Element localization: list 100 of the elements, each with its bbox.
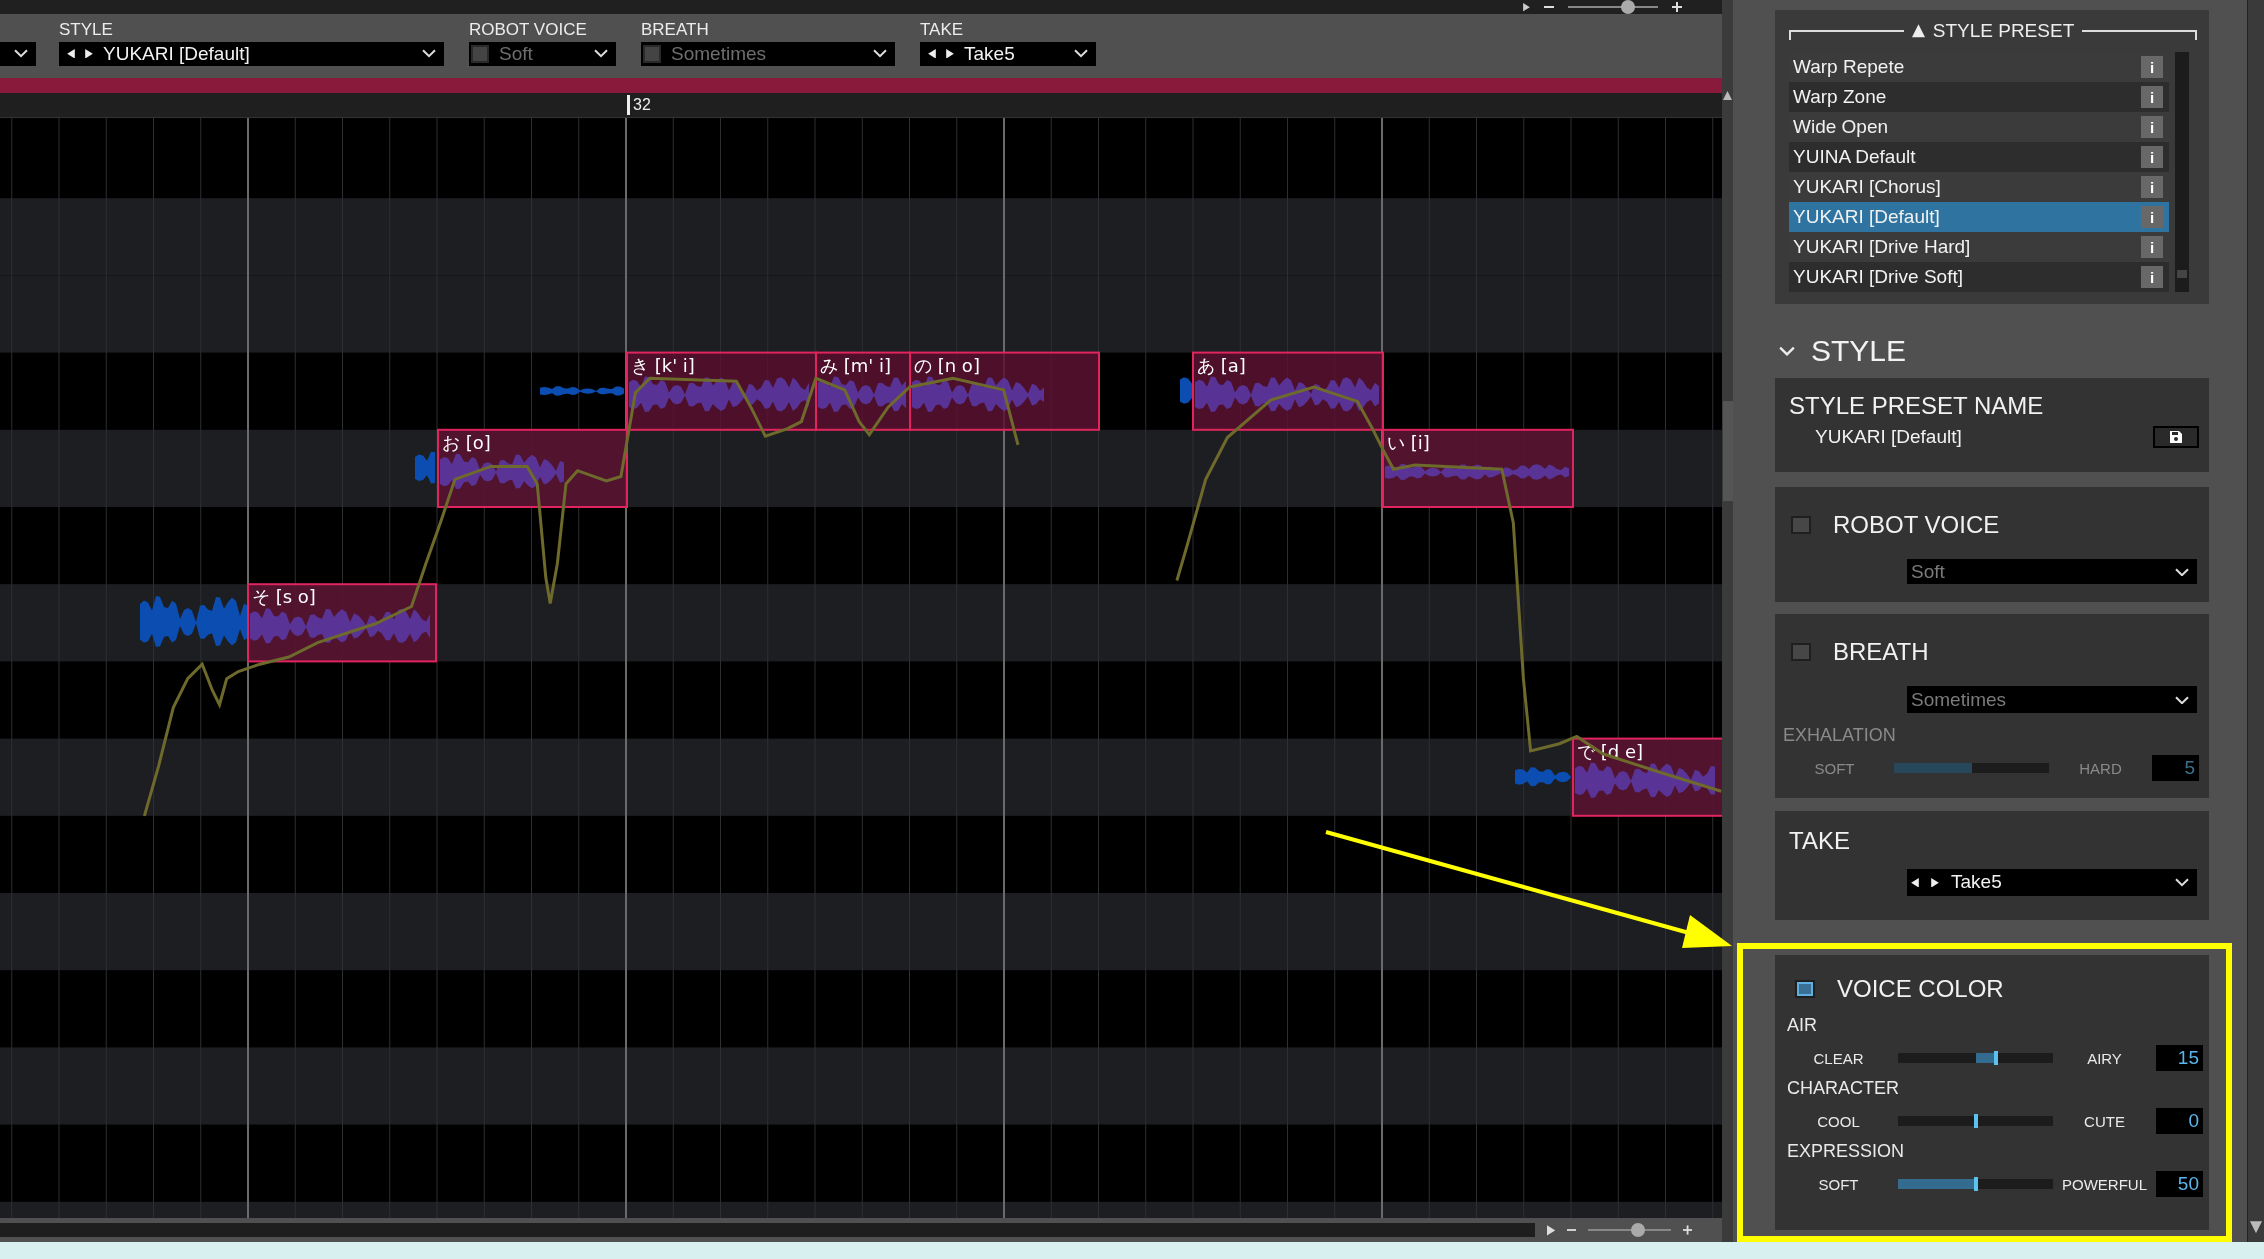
chevron-down-icon (1074, 49, 1088, 58)
zoom-in-icon[interactable] (1672, 2, 1682, 12)
info-button[interactable]: i (2141, 116, 2163, 138)
play-icon[interactable] (1547, 1224, 1556, 1236)
note-lyric: そ [s o] (252, 586, 316, 608)
collapse-triangle-icon[interactable] (1911, 23, 1925, 39)
preset-list-item[interactable]: YUKARI [Drive Soft] i (1789, 262, 2169, 292)
next-icon[interactable] (946, 48, 954, 59)
dropdown[interactable] (0, 41, 36, 66)
vertical-scrollbar[interactable] (1722, 0, 1733, 1242)
preset-list-item[interactable]: Warp Zone i (1789, 82, 2169, 112)
card-title: ROBOT VOICE (1833, 511, 2000, 540)
chevron-down-icon (594, 49, 608, 58)
timeline-ruler[interactable]: 32 (0, 93, 1722, 119)
note-lyric: の [n o] (914, 354, 980, 376)
slider-thumb[interactable] (1973, 1177, 1978, 1191)
slider-min-label: SOFT (1817, 1175, 1860, 1193)
breath-dropdown[interactable]: Sometimes (1907, 686, 2197, 714)
value-field[interactable]: 5 (2152, 755, 2199, 782)
save-icon (2170, 431, 2182, 443)
zoom-in-icon[interactable] (1682, 1225, 1692, 1236)
preset-list-item[interactable]: YUINA Default i (1789, 142, 2169, 172)
field-label: TAKE (920, 20, 965, 39)
info-button[interactable]: i (2141, 146, 2163, 168)
checkbox[interactable] (471, 44, 489, 63)
note-lyric: お [o] (442, 432, 491, 453)
slider-track[interactable] (1898, 1053, 2053, 1063)
preset-list-item[interactable]: YUKARI [Default] i (1789, 202, 2169, 232)
info-button[interactable]: i (2141, 236, 2163, 258)
card-title: VOICE COLOR (1837, 975, 2004, 1003)
scrollbar-thumb[interactable] (2177, 270, 2187, 278)
field-label: STYLE (59, 20, 114, 39)
list-scrollbar[interactable] (2175, 52, 2189, 292)
slider-max-label: AIRY (2086, 1049, 2123, 1067)
slider-min-label: SOFT (1813, 759, 1856, 777)
checkbox[interactable] (1791, 643, 1811, 662)
checkbox[interactable] (1795, 980, 1815, 998)
previous-icon[interactable] (928, 48, 936, 59)
play-icon[interactable] (1523, 2, 1530, 12)
next-icon[interactable] (1931, 877, 1939, 888)
waveform (1515, 767, 1571, 787)
waveform (415, 451, 435, 484)
chevron-down-icon (2175, 567, 2189, 576)
save-button[interactable] (2153, 426, 2199, 448)
slider-thumb[interactable] (1993, 1051, 1998, 1065)
checkbox[interactable] (1791, 516, 1811, 535)
stepper-dropdown[interactable]: Take5 (920, 41, 1096, 66)
checkbox[interactable] (643, 44, 661, 63)
toggle-dropdown[interactable]: Soft (469, 41, 616, 66)
section-title: STYLE (1811, 334, 1907, 368)
slider-thumb[interactable] (1621, 0, 1636, 14)
group-label: EXHALATION (1782, 725, 1897, 747)
panel-scrollbar[interactable] (2247, 0, 2264, 1242)
note-lyric: み [m' i] (820, 354, 891, 376)
note-lyric: き [k' i] (631, 354, 695, 376)
measure-number: 32 (627, 95, 651, 116)
value-field[interactable]: 50 (2156, 1171, 2203, 1197)
card-title: STYLE PRESET NAME (1789, 392, 2045, 420)
info-button[interactable]: i (2141, 56, 2163, 78)
value-field[interactable]: 0 (2156, 1108, 2203, 1134)
value-field[interactable]: 15 (2156, 1045, 2203, 1071)
info-button[interactable]: i (2141, 206, 2163, 228)
slider-thumb[interactable] (1973, 1114, 1978, 1128)
previous-icon[interactable] (67, 48, 75, 59)
info-button[interactable]: i (2141, 176, 2163, 198)
field-label: BREATH (641, 20, 710, 39)
group-label: CHARACTER (1786, 1078, 1900, 1099)
group-label: EXPRESSION (1786, 1141, 1906, 1162)
take-dropdown[interactable]: Take5 (1907, 868, 2197, 896)
slider-min-label: CLEAR (1812, 1049, 1865, 1067)
info-button[interactable]: i (2141, 266, 2163, 288)
chevron-down-icon (873, 49, 887, 58)
slider-track[interactable] (1898, 1179, 2053, 1189)
toggle-dropdown[interactable]: Sometimes (641, 41, 895, 66)
section-title: STYLE PRESET (1932, 20, 2075, 42)
slider-track[interactable] (1894, 763, 2049, 774)
card-title: BREATH (1833, 638, 1929, 667)
chevron-down-icon (2175, 695, 2189, 704)
field-label: ROBOT VOICE (469, 20, 588, 39)
group-label: AIR (1786, 1015, 1818, 1036)
scroll-down-icon[interactable] (2250, 1219, 2262, 1234)
note-lyric: い [i] (1387, 432, 1430, 453)
previous-icon[interactable] (1911, 877, 1919, 888)
stepper-dropdown[interactable]: YUKARI [Default] (59, 41, 444, 66)
chevron-down-icon[interactable] (1779, 346, 1795, 356)
next-icon[interactable] (85, 48, 93, 59)
scrollbar-thumb[interactable] (1722, 400, 1733, 501)
note-lyric: あ [a] (1197, 354, 1246, 376)
chevron-down-icon (14, 49, 28, 58)
preset-name-text: YUKARI [Default] (1815, 426, 1962, 448)
slider-fill (1975, 1053, 1996, 1063)
slider-track[interactable] (1898, 1116, 2053, 1126)
slider-min-label: COOL (1816, 1112, 1861, 1130)
info-button[interactable]: i (2141, 86, 2163, 108)
waveform (1180, 377, 1192, 404)
robot-voice-dropdown[interactable]: Soft (1907, 559, 2197, 585)
slider-max-label: CUTE (2083, 1112, 2126, 1130)
slider-thumb[interactable] (1630, 1223, 1645, 1238)
slider-max-label: HARD (2078, 759, 2123, 777)
horizontal-scrollbar[interactable] (0, 1223, 1535, 1238)
